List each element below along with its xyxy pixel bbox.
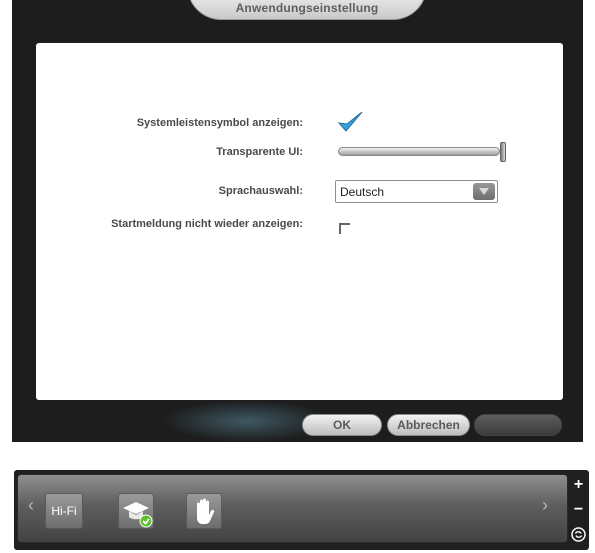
language-select[interactable]: Deutsch (335, 180, 498, 203)
slider-track (338, 147, 500, 156)
startup-msg-checkbox[interactable] (339, 223, 350, 234)
zoom-in-button[interactable]: + (571, 477, 586, 493)
ok-button[interactable]: OK (302, 414, 382, 436)
dialog-title-tab: Anwendungseinstellung (187, 0, 427, 20)
refresh-icon[interactable] (571, 527, 586, 542)
transparent-ui-label: Transparente UI: (216, 146, 303, 158)
chevron-right-icon[interactable]: › (542, 495, 548, 516)
graduation-cap-icon (123, 502, 153, 528)
chevron-left-icon[interactable]: ‹ (28, 495, 34, 516)
language-select-value: Deutsch (340, 185, 385, 199)
cancel-button[interactable]: Abbrechen (387, 414, 470, 436)
graduation-cap-button[interactable] (118, 493, 154, 529)
slider-handle[interactable] (500, 142, 506, 162)
language-label: Sprachauswahl: (218, 185, 303, 197)
hand-icon (197, 498, 215, 524)
tray-icon-label: Systemleistensymbol anzeigen: (136, 117, 303, 129)
transparency-slider[interactable] (338, 142, 506, 162)
toolbar-strip: ‹ Hi-Fi › (17, 474, 568, 543)
disabled-button (474, 414, 562, 436)
startup-msg-label: Startmeldung nicht wieder anzeigen: (111, 218, 303, 230)
bottom-toolbar: ‹ Hi-Fi › + − (14, 470, 589, 550)
tray-icon-checkbox[interactable] (336, 109, 364, 135)
dropdown-arrow-icon[interactable] (473, 183, 495, 200)
settings-panel: Systemleistensymbol anzeigen: Transparen… (36, 43, 563, 400)
hand-button[interactable] (186, 493, 222, 529)
dialog-title: Anwendungseinstellung (235, 1, 379, 15)
settings-dialog: Anwendungseinstellung Systemleistensymbo… (12, 0, 583, 442)
zoom-out-button[interactable]: − (571, 502, 586, 518)
hifi-button[interactable]: Hi-Fi (45, 493, 83, 529)
